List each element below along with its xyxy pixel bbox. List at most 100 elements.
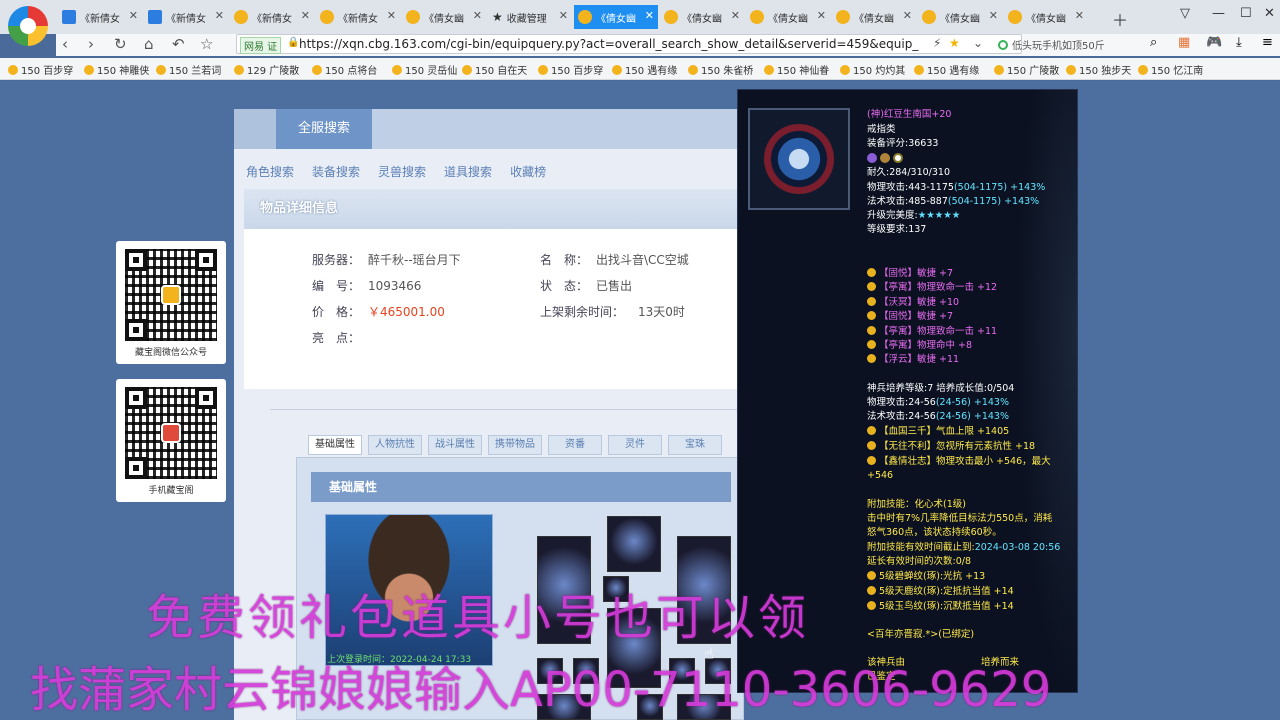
bookmark-item[interactable]: 150 神雕侠 [84, 62, 149, 77]
bookmark-item[interactable]: 150 自在天 [462, 62, 527, 77]
tab-carried-items[interactable]: 携带物品 [488, 435, 542, 455]
browser-tab[interactable]: 《新倩女 ✕ [58, 5, 142, 29]
tab-close-icon[interactable]: ✕ [731, 9, 740, 22]
qr-code-mobile[interactable] [125, 387, 217, 479]
subnav-role[interactable]: 角色搜索 [246, 163, 294, 180]
tab-close-icon[interactable]: ✕ [473, 9, 482, 22]
extension-search-text: 低头玩手机如顶50斤 [1012, 41, 1105, 52]
bookmark-item[interactable]: 150 百步穿 [538, 62, 603, 77]
bookmark-favicon-icon [840, 64, 850, 75]
subnav-favorites[interactable]: 收藏榜 [510, 163, 546, 180]
tab-close-icon[interactable]: ✕ [903, 9, 912, 22]
qr-code-wechat[interactable] [125, 249, 217, 341]
bookmark-label: 150 百步穿 [21, 66, 74, 77]
bookmark-item[interactable]: 150 点将台 [312, 62, 377, 77]
tab-global-search[interactable]: 全服搜索 [276, 109, 372, 149]
tab-close-icon[interactable]: ✕ [817, 9, 826, 22]
bookmark-favicon-icon [392, 64, 402, 75]
site-favicon-icon [406, 10, 420, 24]
back-icon[interactable]: ‹ [62, 35, 68, 53]
browser-tab[interactable]: 《倩女幽 ✕ [746, 5, 830, 29]
id-value: 1093466 [368, 279, 422, 293]
tab-basic-attr[interactable]: 基础属性 [308, 435, 362, 455]
bookmark-item[interactable]: 150 灼灼其 [840, 62, 905, 77]
skin-icon[interactable]: ▽ [1180, 6, 1190, 21]
search-subnav: 角色搜索 装备搜索 灵兽搜索 道具搜索 收藏榜 [246, 163, 546, 180]
bookmark-item[interactable]: 150 忆江南 [1138, 62, 1203, 77]
maximize-button[interactable]: ☐ [1240, 6, 1252, 21]
bookmark-favicon-icon [462, 64, 472, 75]
tab-close-icon[interactable]: ✕ [387, 9, 396, 22]
detail-title: 物品详细信息 [244, 189, 744, 229]
tab-assets[interactable]: 资番 [548, 435, 602, 455]
tab-close-icon[interactable]: ✕ [645, 9, 654, 22]
url-text[interactable]: https://xqn.cbg.163.com/cgi-bin/equipque… [299, 37, 919, 51]
browser-tab[interactable]: 《倩女幽 ✕ [832, 5, 916, 29]
equip-slot-helmet[interactable] [607, 516, 661, 572]
browser-tab[interactable]: 《倩女幽 ✕ [660, 5, 744, 29]
browser-tab[interactable]: 《倩女幽 ✕ [574, 5, 658, 29]
subnav-item[interactable]: 道具搜索 [444, 163, 492, 180]
bookmark-item[interactable]: 150 遇有缘 [612, 62, 677, 77]
address-bar[interactable]: 网易 证 🔒 https://xqn.cbg.163.com/cgi-bin/e… [236, 34, 1022, 54]
reload-icon[interactable]: ↻ [114, 35, 127, 53]
browser-tab[interactable]: 《倩女幽 ✕ [1004, 5, 1088, 29]
tab-spirit[interactable]: 灵件 [608, 435, 662, 455]
close-window-button[interactable]: ✕ [1264, 6, 1275, 21]
bookmark-item[interactable]: 150 神仙眷 [764, 62, 829, 77]
bookmark-item[interactable]: 150 兰若词 [156, 62, 221, 77]
tab-combat[interactable]: 战斗属性 [428, 435, 482, 455]
undo-icon[interactable]: ↶ [172, 35, 185, 53]
search-icon[interactable]: ⌕ [1150, 35, 1157, 50]
lightning-icon[interactable]: ⚡ [933, 36, 941, 50]
tab-close-icon[interactable]: ✕ [129, 9, 138, 22]
affix-line: 【亭寓】物理致命一击 +11 [867, 325, 997, 339]
divine-skill-3: 【鑫情壮志】物理攻击最小 +546，最大 [867, 455, 1051, 469]
bookmark-item[interactable]: 150 百步穿 [8, 62, 73, 77]
tab-close-icon[interactable]: ✕ [1075, 9, 1084, 22]
subnav-pet[interactable]: 灵兽搜索 [378, 163, 426, 180]
browser-logo-icon[interactable] [8, 6, 48, 46]
new-tab-button[interactable]: ＋ [1112, 7, 1128, 31]
browser-tab[interactable]: ★ 收藏管理 ✕ [488, 5, 572, 29]
tab-close-icon[interactable]: ✕ [301, 9, 310, 22]
tab-resistance[interactable]: 人物抗性 [368, 435, 422, 455]
bookmark-item[interactable]: 150 朱雀桥 [688, 62, 753, 77]
menu-icon[interactable]: ≡ [1262, 35, 1273, 50]
bookmark-item[interactable]: 129 广陵散 [234, 62, 299, 77]
tab-close-icon[interactable]: ✕ [215, 9, 224, 22]
forward-icon[interactable]: › [88, 35, 94, 53]
home-icon[interactable]: ⌂ [144, 35, 154, 53]
browser-tab[interactable]: 《新倩女 ✕ [230, 5, 314, 29]
bookmark-favicon-icon [8, 64, 18, 75]
game-icon[interactable]: 🎮 [1206, 35, 1222, 50]
apps-grid-icon[interactable]: ▦ [1178, 35, 1190, 50]
bookmark-item[interactable]: 150 独步天 [1066, 62, 1131, 77]
dropdown-icon[interactable]: ⌄ [973, 36, 983, 50]
bookmark-item[interactable]: 150 遇有缘 [914, 62, 979, 77]
extension-search[interactable]: 低头玩手机如顶50斤 [998, 35, 1174, 54]
download-icon[interactable]: ⤓ [1236, 35, 1242, 50]
bookmark-item[interactable]: 150 灵岳仙 [392, 62, 457, 77]
bookmarks-bar: 150 百步穿 150 神雕侠 150 兰若词 129 广陵散 150 点将台 150 灵… [0, 58, 1280, 80]
tab-close-icon[interactable]: ✕ [989, 9, 998, 22]
tab-close-icon[interactable]: ✕ [559, 9, 568, 22]
browser-tab[interactable]: 《倩女幽 ✕ [402, 5, 486, 29]
minimize-button[interactable]: — [1212, 6, 1225, 21]
bookmark-item[interactable]: 150 广陵散 [994, 62, 1059, 77]
attribute-tabs: 基础属性 人物抗性 战斗属性 携带物品 资番 灵件 宝珠 [308, 435, 722, 455]
bookmark-label: 150 朱雀桥 [701, 66, 754, 77]
addon-expire: 附加技能有效时间截止到:2024-03-08 20:56 [867, 542, 1061, 553]
bookmark-star-icon[interactable]: ★ [949, 36, 960, 50]
mouse-cursor-icon: ☝ [704, 644, 714, 663]
affix-line: 【固悦】敏捷 +7 [867, 310, 953, 324]
browser-tab[interactable]: 《新倩女 ✕ [316, 5, 400, 29]
browser-tab[interactable]: 《倩女幽 ✕ [918, 5, 1002, 29]
star-icon: ★ [492, 10, 503, 24]
browser-tab[interactable]: 《新倩女 ✕ [144, 5, 228, 29]
tab-gems[interactable]: 宝珠 [668, 435, 722, 455]
subnav-equip[interactable]: 装备搜索 [312, 163, 360, 180]
tab-label: 《新倩女 [80, 13, 120, 25]
favorite-star-icon[interactable]: ☆ [200, 35, 213, 53]
bookmark-favicon-icon [688, 64, 698, 75]
